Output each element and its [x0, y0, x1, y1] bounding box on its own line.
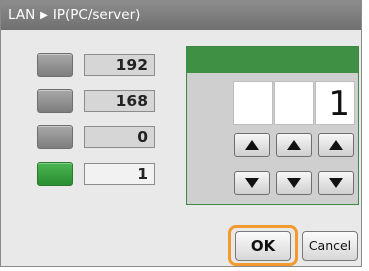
- octet-value-4: 1: [84, 163, 155, 185]
- octet-value-3: 0: [84, 126, 155, 148]
- octet-value-2: 168: [84, 90, 155, 112]
- breadcrumb-section: LAN: [8, 7, 36, 23]
- octet-select-button-4[interactable]: [37, 162, 73, 186]
- octet-select-button-2[interactable]: [37, 89, 73, 113]
- digit-tens-down-button[interactable]: [276, 171, 312, 195]
- octet-value-1: 192: [84, 54, 155, 76]
- digit-tens-up-button[interactable]: [276, 133, 312, 157]
- triangle-down-icon: [329, 178, 343, 188]
- breadcrumb-page: IP(PC/server): [52, 7, 141, 23]
- triangle-down-icon: [287, 178, 301, 188]
- octet-select-button-1[interactable]: [37, 53, 73, 77]
- triangle-up-icon: [245, 140, 259, 150]
- octet-select-button-3[interactable]: [37, 125, 73, 149]
- breadcrumb-arrow-icon: ▶: [40, 10, 48, 21]
- triangle-up-icon: [329, 140, 343, 150]
- cancel-button[interactable]: Cancel: [302, 231, 358, 261]
- digit-ones-up-button[interactable]: [318, 133, 354, 157]
- digit-hundreds[interactable]: [233, 81, 273, 125]
- digit-hundreds-down-button[interactable]: [234, 171, 270, 195]
- triangle-up-icon: [287, 140, 301, 150]
- digit-editor-panel: 1: [186, 46, 359, 205]
- digit-editor-header: [187, 47, 358, 73]
- title-bar: LAN ▶ IP(PC/server): [1, 1, 361, 30]
- ip-settings-dialog: LAN ▶ IP(PC/server) 192 168 0 1 1 OK Can…: [0, 0, 362, 267]
- digit-ones[interactable]: 1: [315, 81, 355, 125]
- ok-button[interactable]: OK: [235, 231, 291, 261]
- digit-ones-down-button[interactable]: [318, 171, 354, 195]
- triangle-down-icon: [245, 178, 259, 188]
- digit-hundreds-up-button[interactable]: [234, 133, 270, 157]
- digit-tens[interactable]: [274, 81, 314, 125]
